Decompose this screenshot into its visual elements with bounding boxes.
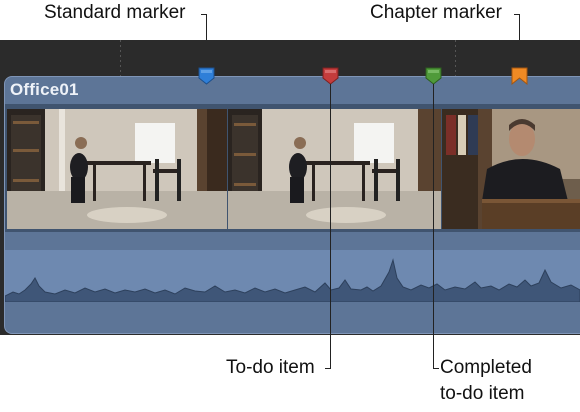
completed-todo-callout-line2: to-do item <box>440 383 525 404</box>
waveform-graphic <box>4 258 580 303</box>
video-thumbnail <box>442 109 580 229</box>
chapter-marker[interactable] <box>511 67 528 90</box>
todo-item-leader-tail <box>325 368 331 369</box>
completed-todo-leader-tail <box>433 368 439 369</box>
todo-item-leader <box>330 84 331 368</box>
audio-waveform[interactable] <box>4 250 580 303</box>
office-scene-image <box>7 109 227 229</box>
standard-marker-callout: Standard marker <box>44 2 186 23</box>
video-thumbnail <box>7 109 227 229</box>
clip-name: Office01 <box>10 80 79 99</box>
standard-marker-leader-tail <box>201 14 207 15</box>
completed-todo-marker-icon <box>425 67 442 85</box>
chapter-marker-leader-tail <box>514 14 520 15</box>
chapter-marker-callout: Chapter marker <box>370 2 502 23</box>
completed-todo-leader <box>433 84 434 368</box>
standard-marker-icon <box>198 67 215 85</box>
man-at-desk-image <box>442 109 580 229</box>
chapter-marker-icon <box>511 67 528 86</box>
office-scene-image <box>228 109 441 229</box>
standard-marker[interactable] <box>198 67 215 90</box>
completed-todo-callout-line1: Completed <box>440 357 532 378</box>
todo-marker-icon <box>322 67 339 85</box>
video-thumbnail <box>228 109 441 229</box>
todo-item-callout: To-do item <box>226 357 315 378</box>
